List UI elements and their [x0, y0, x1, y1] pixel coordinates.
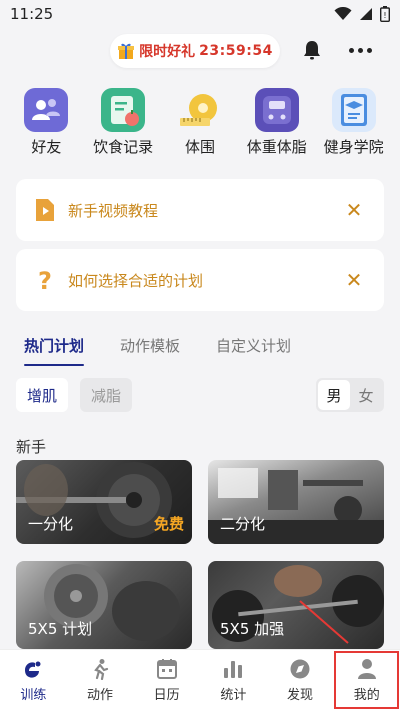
friends-icon	[24, 88, 69, 132]
notice-video-tutorial[interactable]: 新手视频教程 ✕	[16, 179, 384, 241]
nav-training[interactable]: 训练	[0, 650, 67, 710]
stats-icon	[224, 660, 243, 678]
battery-icon: !	[380, 6, 390, 22]
shortcut-label: 饮食记录	[93, 138, 154, 156]
gender-toggle: 男 女	[316, 378, 384, 412]
profile-icon	[357, 658, 376, 679]
shortcut-row: 好友 饮食记录 体围 体重体脂 健身学院	[0, 88, 400, 160]
calendar-icon	[156, 658, 177, 679]
nav-label: 日历	[153, 687, 180, 703]
nav-calendar[interactable]: 日历	[133, 650, 200, 710]
shortcut-body-measure[interactable]: 体围	[164, 88, 236, 160]
promo-timer: 23:59:54	[199, 43, 273, 59]
shortcut-diet-record[interactable]: 饮食记录	[87, 88, 159, 160]
section-title: 新手	[16, 438, 47, 456]
card-title: 二分化	[220, 515, 266, 533]
signal-icon	[360, 8, 372, 20]
svg-text:!: !	[383, 11, 386, 20]
gift-icon	[118, 43, 135, 59]
nav-label: 统计	[220, 687, 247, 703]
shortcut-label: 健身学院	[323, 138, 384, 156]
goal-muscle-gain-button[interactable]: 增肌	[16, 378, 68, 412]
filter-row: 增肌 减脂 男 女	[16, 378, 384, 414]
scale-icon	[254, 88, 299, 132]
nav-label: 动作	[87, 687, 114, 703]
tape-measure-icon	[178, 88, 222, 132]
shortcut-label: 好友	[31, 138, 62, 156]
bottom-nav: 训练 动作 日历 统计 发现 我的	[0, 649, 400, 710]
card-title: 5X5 加强	[220, 620, 285, 638]
video-file-icon	[36, 199, 54, 221]
close-icon[interactable]: ✕	[342, 268, 366, 292]
diet-record-icon	[101, 88, 146, 132]
training-icon	[25, 661, 41, 678]
plan-card-one-split[interactable]: 一分化 免费	[16, 460, 192, 544]
goal-fat-loss-button[interactable]: 减脂	[80, 378, 132, 412]
nav-label: 发现	[287, 687, 314, 703]
plan-card-5x5-advanced[interactable]: 5X5 加强	[208, 561, 384, 649]
nav-statistics[interactable]: 统计	[200, 650, 267, 710]
close-icon[interactable]: ✕	[342, 198, 366, 222]
shortcut-label: 体重体脂	[246, 138, 307, 156]
svg-text:?: ?	[38, 267, 52, 293]
notice-text: 如何选择合适的计划	[68, 271, 204, 290]
nav-profile[interactable]: 我的	[333, 650, 400, 710]
wifi-icon	[334, 7, 352, 20]
status-bar: 11:25 !	[0, 0, 400, 28]
exercise-icon	[94, 658, 109, 680]
nav-discover[interactable]: 发现	[267, 650, 334, 710]
plan-tabs: 热门计划 动作模板 自定义计划	[24, 335, 291, 366]
nav-label: 我的	[353, 687, 380, 703]
tab-exercise-templates[interactable]: 动作模板	[120, 335, 180, 356]
shortcut-fitness-academy[interactable]: 健身学院	[318, 88, 390, 160]
notice-choose-plan[interactable]: ? 如何选择合适的计划 ✕	[16, 249, 384, 311]
notice-text: 新手视频教程	[68, 201, 159, 220]
academy-icon	[331, 88, 376, 132]
question-icon: ?	[38, 267, 52, 293]
more-menu-icon[interactable]	[346, 38, 374, 62]
tab-custom-plan[interactable]: 自定义计划	[216, 335, 291, 356]
plan-card-two-split[interactable]: 二分化	[208, 460, 384, 544]
nav-exercises[interactable]: 动作	[67, 650, 134, 710]
shortcut-friends[interactable]: 好友	[10, 88, 82, 160]
free-badge: 免费	[153, 515, 184, 533]
plan-card-5x5[interactable]: 5X5 计划	[16, 561, 192, 649]
card-title: 5X5 计划	[28, 620, 93, 638]
top-row: 限时好礼 23:59:54	[0, 30, 400, 74]
gender-male-button[interactable]: 男	[318, 380, 350, 410]
shortcut-label: 体围	[184, 138, 215, 156]
promo-label: 限时好礼	[139, 44, 196, 60]
limited-gift-button[interactable]: 限时好礼 23:59:54	[110, 34, 280, 68]
shortcut-weight-bodyfat[interactable]: 体重体脂	[241, 88, 313, 160]
tab-popular-plans[interactable]: 热门计划	[24, 335, 85, 366]
nav-label: 训练	[20, 687, 47, 703]
status-time: 11:25	[10, 5, 54, 23]
status-icons: !	[334, 6, 390, 22]
discover-icon	[290, 659, 310, 678]
gender-female-button[interactable]: 女	[350, 380, 382, 410]
card-title: 一分化	[28, 515, 74, 533]
bell-icon[interactable]	[300, 38, 324, 62]
